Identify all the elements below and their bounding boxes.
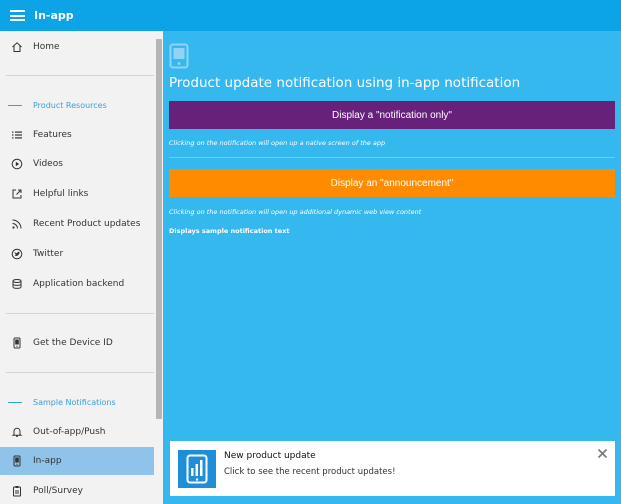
scrollbar-thumb[interactable] xyxy=(156,39,162,419)
twitter-icon xyxy=(0,248,33,260)
database-icon xyxy=(0,278,33,290)
divider xyxy=(169,157,615,158)
sidebar-item-label: Videos xyxy=(33,159,63,169)
divider xyxy=(6,313,154,314)
app-title: In-app xyxy=(34,9,74,22)
hint-native-screen: Clicking on the notification will open u… xyxy=(169,139,386,147)
list-icon xyxy=(0,129,33,141)
sidebar-item-videos[interactable]: Videos xyxy=(0,150,154,178)
sidebar-item-label: Helpful links xyxy=(33,189,89,199)
section-sample-notifications: Sample Notifications xyxy=(0,392,154,412)
sidebar-item-recent-updates[interactable]: Recent Product updates xyxy=(0,210,154,238)
sidebar-item-device-id[interactable]: Get the Device ID xyxy=(0,329,154,357)
toast-title: New product update xyxy=(224,451,316,461)
section-label: Sample Notifications xyxy=(33,397,116,407)
sidebar: Home Product Resources Features Videos H… xyxy=(0,31,163,504)
sidebar-item-features[interactable]: Features xyxy=(0,121,154,149)
chart-phone-icon xyxy=(178,450,216,488)
sidebar-item-label: Recent Product updates xyxy=(33,219,141,229)
page-title: Product update notification using in-app… xyxy=(169,75,521,91)
sidebar-item-label: Out-of-app/Push xyxy=(33,427,106,437)
sample-text-note: Displays sample notification text xyxy=(169,227,290,235)
hamburger-icon[interactable] xyxy=(0,0,34,31)
sidebar-item-in-app[interactable]: In-app xyxy=(0,447,154,475)
sidebar-item-label: Features xyxy=(33,130,72,140)
hint-web-view: Clicking on the notification will open u… xyxy=(169,208,422,216)
sidebar-item-twitter[interactable]: Twitter xyxy=(0,240,154,268)
sidebar-item-label: In-app xyxy=(33,456,62,466)
toast-body: Click to see the recent product updates! xyxy=(224,467,396,477)
sidebar-item-label: Home xyxy=(33,42,60,52)
app-header: In-app xyxy=(0,0,621,31)
clipboard-icon xyxy=(0,485,33,497)
sidebar-item-helpful-links[interactable]: Helpful links xyxy=(0,180,154,208)
sidebar-item-label: Get the Device ID xyxy=(33,338,113,348)
section-label: Product Resources xyxy=(33,100,107,110)
phone-icon xyxy=(0,337,33,349)
sidebar-item-out-of-app-push[interactable]: Out-of-app/Push xyxy=(0,418,154,446)
close-icon[interactable] xyxy=(595,446,609,460)
phone-icon xyxy=(169,43,189,73)
main-content: Product update notification using in-app… xyxy=(163,31,621,504)
phone-icon xyxy=(0,455,33,467)
rss-icon xyxy=(0,218,33,230)
sidebar-item-application-backend[interactable]: Application backend xyxy=(0,270,154,298)
sidebar-item-poll-survey[interactable]: Poll/Survey xyxy=(0,477,154,504)
play-circle-icon xyxy=(0,158,33,170)
display-notification-only-button[interactable]: Display a "notification only" xyxy=(169,101,615,129)
bell-icon xyxy=(0,426,33,438)
section-product-resources: Product Resources xyxy=(0,95,154,115)
sidebar-item-label: Twitter xyxy=(33,249,64,259)
divider xyxy=(6,75,154,76)
display-announcement-button[interactable]: Display an "announcement" xyxy=(169,169,615,197)
notification-toast[interactable]: New product update Click to see the rece… xyxy=(170,441,615,496)
external-link-icon xyxy=(0,188,33,200)
home-icon xyxy=(0,41,33,53)
sidebar-item-label: Poll/Survey xyxy=(33,486,83,496)
sidebar-item-home[interactable]: Home xyxy=(0,33,154,61)
sidebar-scrollbar[interactable] xyxy=(154,31,163,504)
divider xyxy=(6,372,154,373)
sidebar-item-label: Application backend xyxy=(33,279,125,289)
